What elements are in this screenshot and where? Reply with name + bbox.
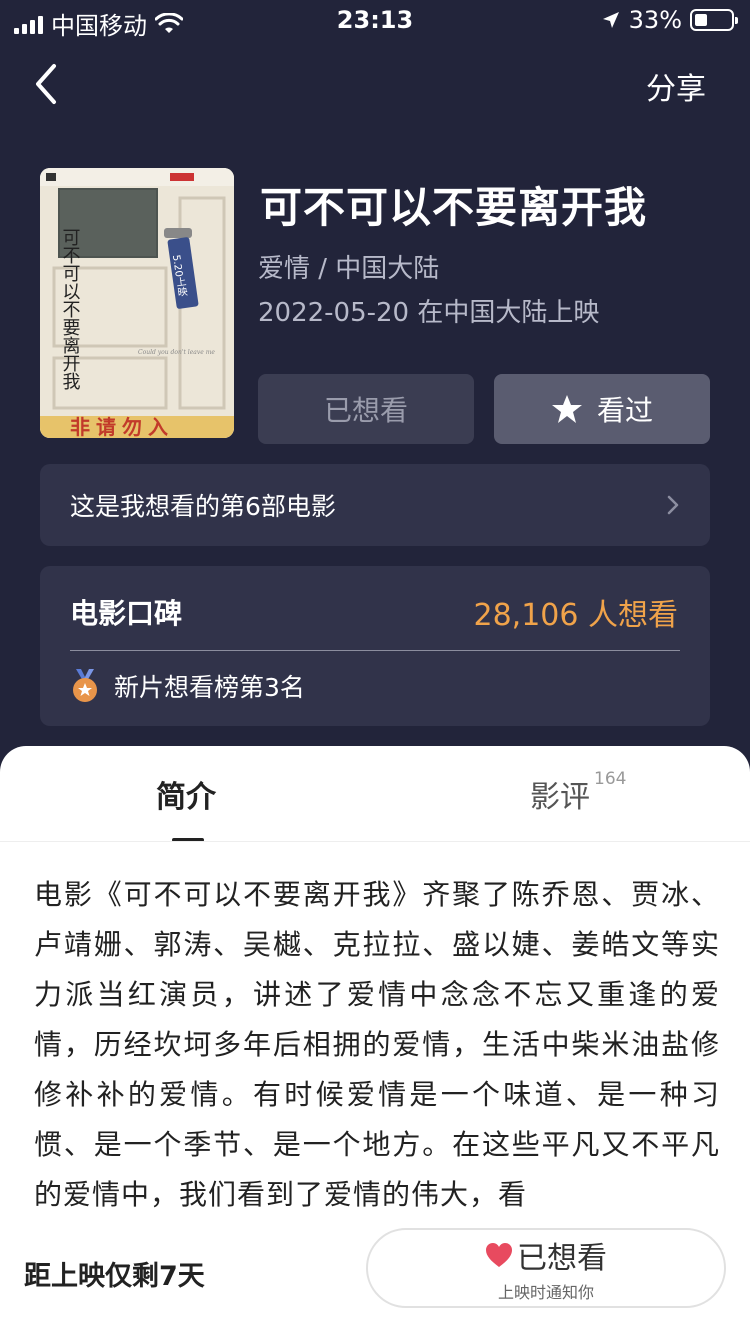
ranking-row[interactable]: 新片想看榜第3名 bbox=[70, 668, 305, 704]
battery-percent: 33% bbox=[628, 6, 682, 34]
share-button[interactable]: 分享 bbox=[646, 64, 706, 108]
ranking-text: 新片想看榜第3名 bbox=[114, 673, 305, 702]
wish-label: 已想看 bbox=[517, 1241, 607, 1276]
detail-sheet: 简介 影评164 电影《可不可以不要离开我》齐聚了陈乔恩、贾冰、卢靖姗、郭涛、吴… bbox=[0, 746, 750, 1334]
tab-intro-label: 简介 bbox=[156, 780, 216, 815]
poster-title-text: 可不可以不要离开我 bbox=[60, 228, 81, 390]
star-icon bbox=[551, 395, 582, 423]
divider bbox=[70, 650, 680, 651]
status-right: 33% bbox=[601, 6, 738, 34]
back-arrow-icon bbox=[36, 64, 56, 104]
reputation-title: 电影口碑 bbox=[70, 597, 183, 630]
wish-main: 已想看 bbox=[485, 1233, 607, 1277]
wish-notify-button[interactable]: 已想看 上映时通知你 bbox=[366, 1228, 726, 1308]
poster-art: 可不可以不要离开我 5.20上映 Could you don't leave m… bbox=[40, 168, 234, 438]
movie-title: 可不可以不要离开我 bbox=[260, 183, 648, 232]
tab-reviews-label: 影评 bbox=[530, 780, 590, 815]
want-to-see-button[interactable]: 已想看 bbox=[258, 374, 474, 444]
want-count: 28,106 人想看 bbox=[473, 598, 678, 633]
wish-sub-label: 上映时通知你 bbox=[497, 1283, 594, 1302]
poster-english-text: Could you don't leave me bbox=[138, 349, 215, 356]
tab-divider bbox=[0, 841, 750, 842]
seen-button[interactable]: 看过 bbox=[494, 374, 710, 444]
days-left-text: 距上映仅剩7天 bbox=[24, 1261, 205, 1292]
review-count-badge: 164 bbox=[594, 769, 627, 789]
status-bar: 中国移动 23:13 33% bbox=[0, 0, 750, 40]
movie-genre: 爱情 / 中国大陆 bbox=[258, 254, 440, 284]
tab-reviews[interactable]: 影评164 bbox=[530, 769, 627, 816]
want-count-row[interactable]: 这是我想看的第6部电影 bbox=[40, 464, 710, 546]
synopsis-text: 电影《可不可以不要离开我》齐聚了陈乔恩、贾冰、卢靖姗、郭涛、吴樾、克拉拉、盛以婕… bbox=[34, 878, 720, 1211]
want-to-see-label: 已想看 bbox=[323, 394, 408, 427]
movie-poster: 可不可以不要离开我 5.20上映 Could you don't leave m… bbox=[40, 168, 234, 438]
movie-release-date: 2022-05-20 在中国大陆上映 bbox=[258, 298, 600, 328]
back-button[interactable] bbox=[30, 62, 70, 106]
tab-intro[interactable]: 简介 bbox=[156, 772, 216, 816]
battery-icon bbox=[690, 9, 738, 31]
medal-icon bbox=[73, 669, 97, 702]
heart-icon bbox=[486, 1243, 512, 1267]
location-icon bbox=[602, 12, 619, 28]
bottom-bar: 距上映仅剩7天 已想看 上映时通知你 bbox=[0, 1214, 750, 1334]
want-count-text: 这是我想看的第6部电影 bbox=[70, 492, 336, 521]
poster-banner-text: 非请勿入 bbox=[70, 415, 174, 438]
reputation-card: 电影口碑 28,106 人想看 新片想看榜第3名 bbox=[40, 566, 710, 726]
chevron-right-icon bbox=[667, 495, 679, 515]
seen-label: 看过 bbox=[596, 394, 653, 427]
